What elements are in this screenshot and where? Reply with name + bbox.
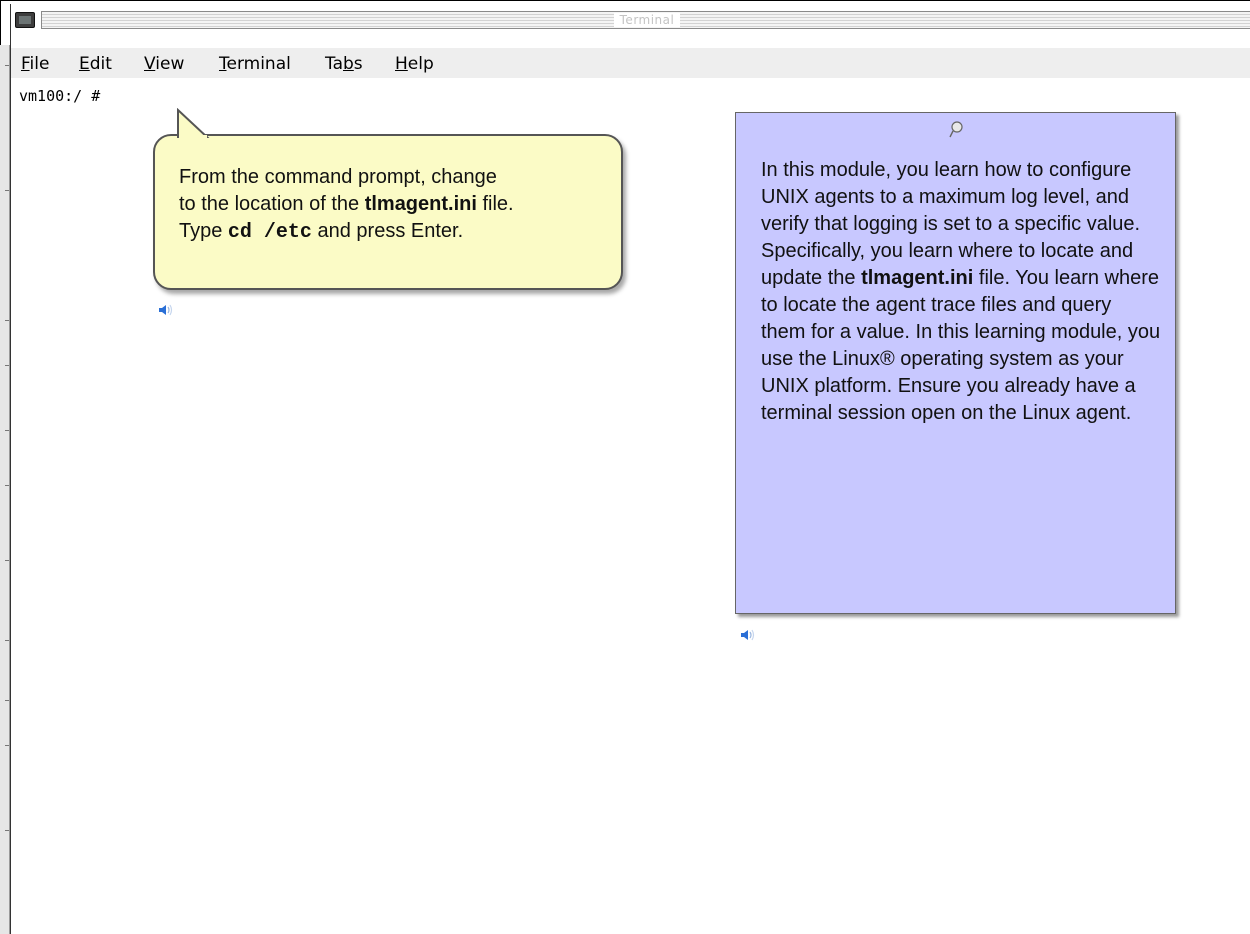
intro-text-part2: file. You learn where to locate the agen… <box>761 267 1161 424</box>
module-intro-note: In this module, you learn how to configu… <box>735 112 1176 614</box>
menu-view[interactable]: View <box>144 54 184 74</box>
menu-file[interactable]: File <box>21 54 49 74</box>
title-stripes: Terminal <box>41 11 1250 29</box>
intro-filename: tlmagent.ini <box>861 267 974 289</box>
callout-line1: From the command prompt, change <box>179 166 497 188</box>
menu-bar: File Edit View Terminal Tabs Help <box>11 48 1250 78</box>
window-title: Terminal <box>613 13 681 27</box>
callout-command: cd /etc <box>227 221 312 244</box>
pushpin-icon[interactable] <box>948 121 964 139</box>
callout-filename: tlmagent.ini <box>364 193 477 215</box>
callout-tail <box>177 108 210 138</box>
menu-edit[interactable]: Edit <box>79 54 112 74</box>
shell-prompt: vm100:/ # <box>19 87 101 105</box>
menu-tabs[interactable]: Tabs <box>325 54 363 74</box>
speaker-icon[interactable] <box>740 628 756 642</box>
instruction-callout: From the command prompt, change to the l… <box>153 134 623 290</box>
terminal-app-icon[interactable] <box>15 12 35 28</box>
title-bar[interactable]: Terminal <box>11 4 1250 36</box>
background-window-edge <box>0 45 10 934</box>
menu-help[interactable]: Help <box>395 54 434 74</box>
menu-terminal[interactable]: Terminal <box>219 54 291 74</box>
speaker-icon[interactable] <box>158 303 174 317</box>
